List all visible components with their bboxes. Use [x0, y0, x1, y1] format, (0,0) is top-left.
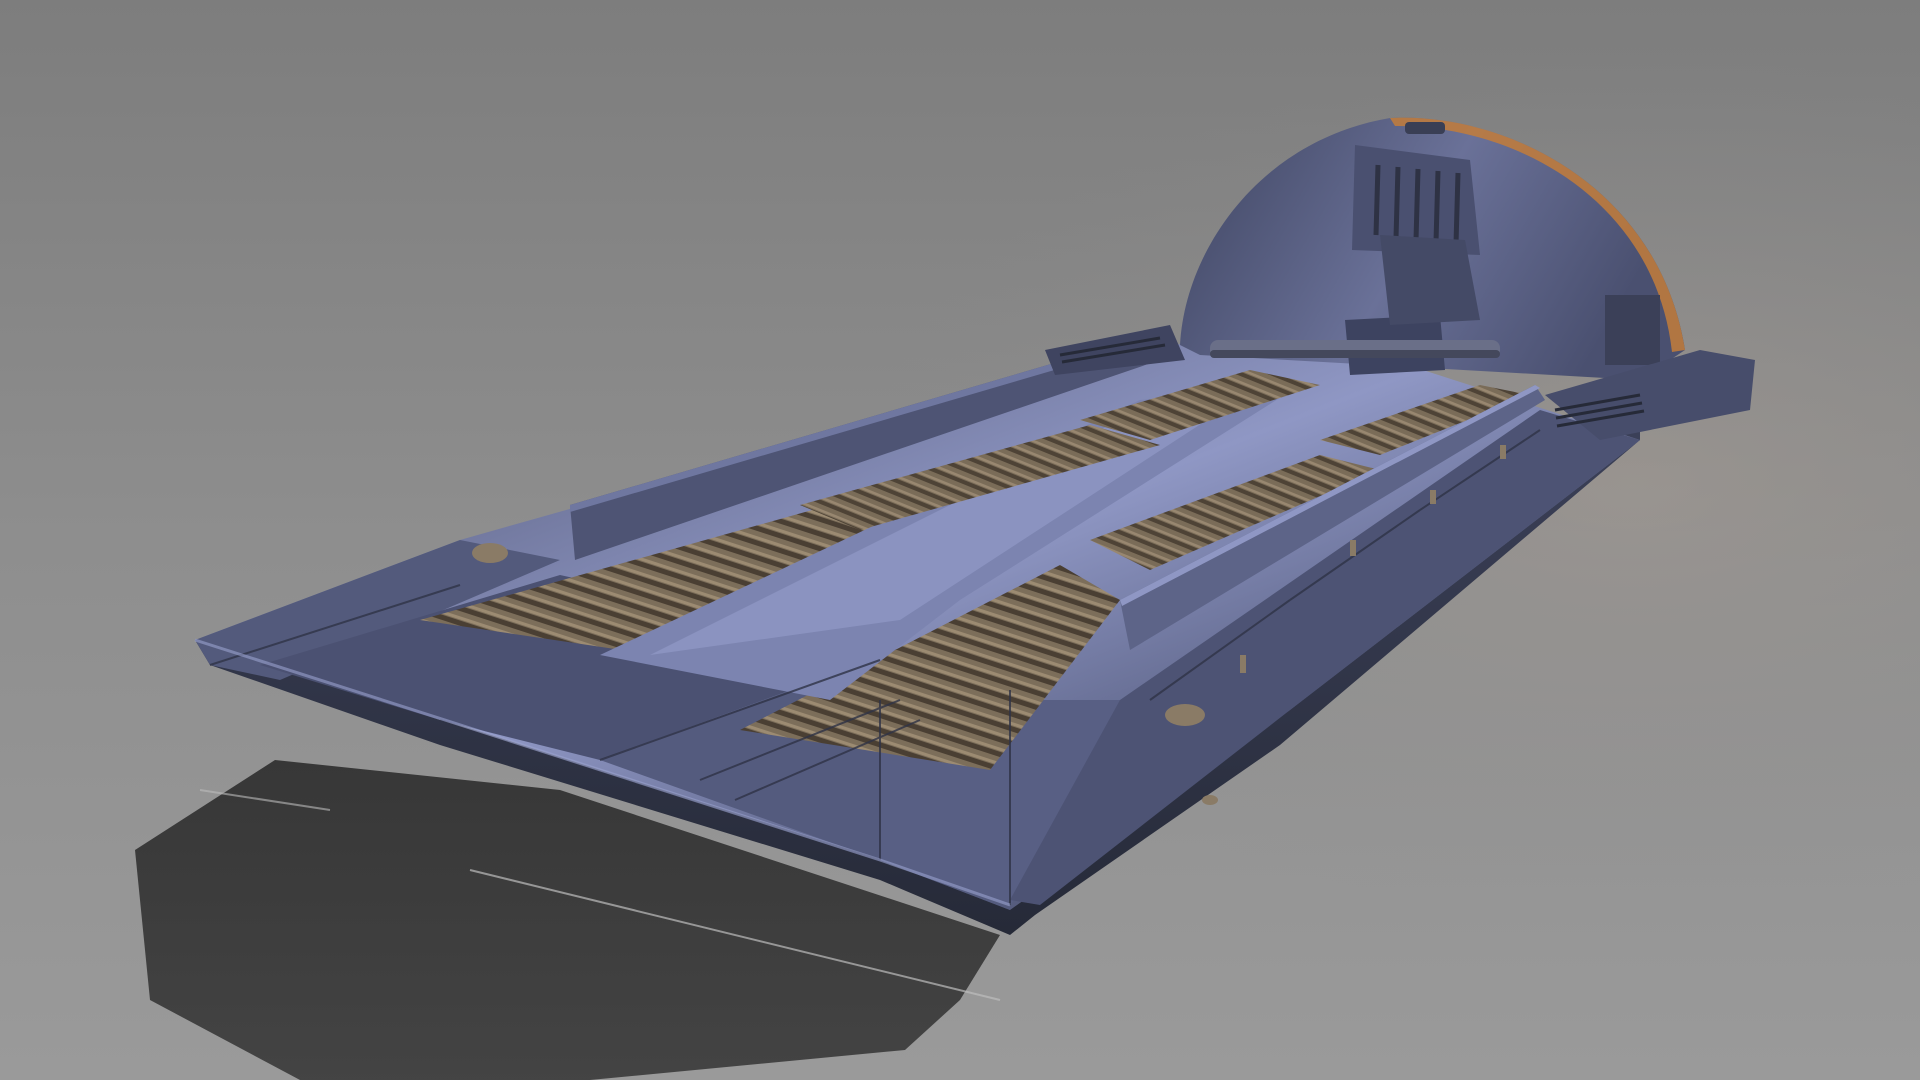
dome-side-box — [1605, 295, 1660, 365]
render-viewport — [0, 0, 1920, 1080]
winch-block — [1380, 235, 1480, 325]
sled-render — [0, 0, 1920, 1080]
winch-drum-shade — [1210, 350, 1500, 358]
dome-top-clasp — [1405, 122, 1445, 134]
